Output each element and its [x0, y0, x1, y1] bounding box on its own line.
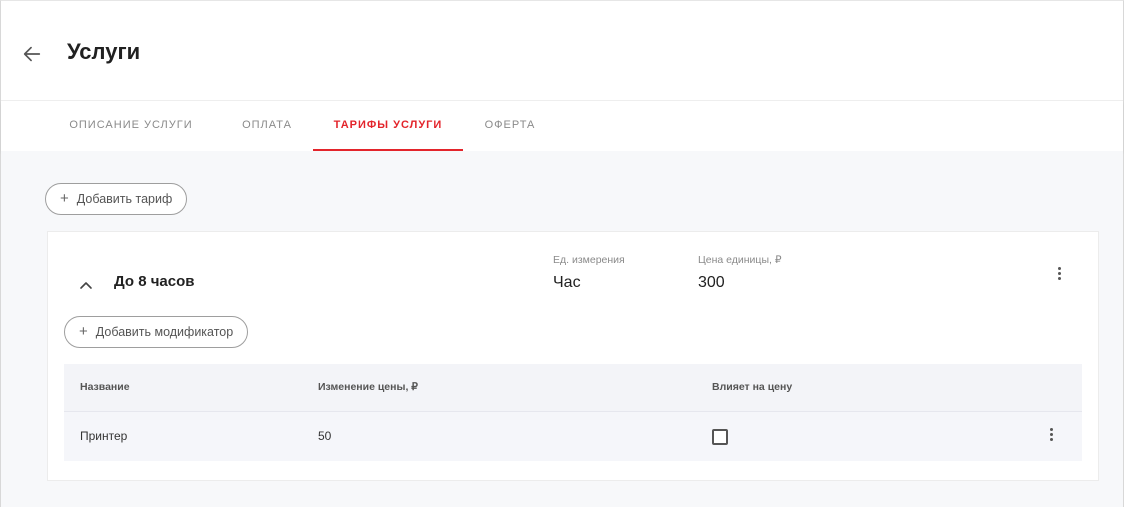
column-header-affects-price: Влияет на цену [712, 381, 793, 393]
column-header-name: Название [80, 381, 130, 393]
row-more-icon[interactable] [1046, 426, 1056, 448]
price-label: Цена единицы, ₽ [698, 254, 782, 266]
page-header: Услуги [1, 1, 1123, 101]
tariff-name: До 8 часов [114, 273, 195, 290]
modifier-name: Принтер [80, 429, 128, 443]
unit-label: Ед. измерения [553, 254, 625, 266]
price-value: 300 [698, 274, 725, 291]
plus-icon: + [79, 323, 88, 340]
main-content: + Добавить тариф До 8 часов Ед. измерения… [1, 151, 1123, 507]
arrow-left-icon[interactable] [21, 43, 43, 65]
unit-value: Час [553, 274, 581, 291]
table-row: Принтер 50 [64, 412, 1082, 461]
tab-service-description[interactable]: Описание услуги [69, 101, 193, 151]
modifier-price-change: 50 [318, 429, 332, 443]
app-frame: Услуги Описание услуги Оплата Тарифы усл… [0, 0, 1124, 507]
add-tariff-button[interactable]: + Добавить тариф [45, 183, 188, 215]
add-tariff-label: Добавить тариф [76, 192, 173, 206]
tariff-more-icon[interactable] [1054, 265, 1064, 287]
modifiers-table: Название Изменение цены, ₽ Влияет на цен… [64, 364, 1082, 461]
add-modifier-label: Добавить модификатор [95, 325, 234, 339]
plus-icon: + [60, 190, 69, 207]
tariff-card: До 8 часов Ед. измерения Час Цена единиц… [47, 231, 1099, 481]
tab-payment[interactable]: Оплата [239, 101, 295, 151]
affects-price-checkbox[interactable] [712, 429, 728, 445]
page-title: Услуги [67, 39, 141, 64]
tab-offer[interactable]: Оферта [481, 101, 539, 151]
column-header-price-change: Изменение цены, ₽ [318, 381, 418, 393]
tab-service-tariffs[interactable]: Тарифы услуги [313, 101, 463, 151]
add-modifier-button[interactable]: + Добавить модификатор [64, 316, 249, 348]
table-header: Название Изменение цены, ₽ Влияет на цен… [64, 364, 1082, 412]
chevron-up-icon[interactable] [79, 278, 93, 292]
tab-bar: Описание услуги Оплата Тарифы услуги Офе… [1, 101, 1123, 151]
